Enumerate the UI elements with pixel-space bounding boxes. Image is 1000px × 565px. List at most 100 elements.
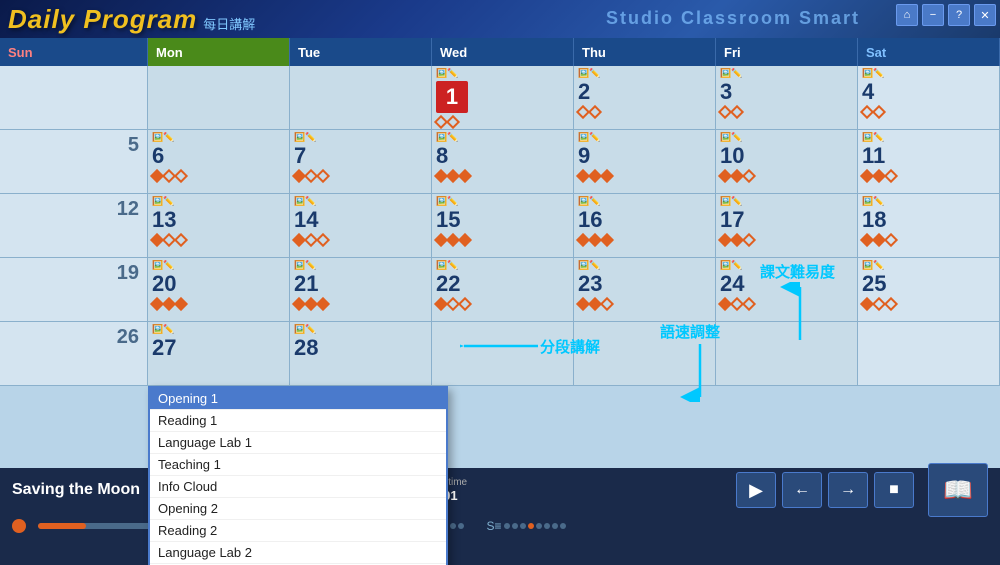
header-tue: Tue — [290, 38, 432, 66]
day-cell-21[interactable]: 🖼️✏️ 21 — [290, 258, 432, 321]
mini-icons-3: 🖼️✏️ — [720, 68, 853, 79]
dropdown-overlay[interactable]: Opening 1 Reading 1 Language Lab 1 Teach… — [148, 386, 448, 565]
day-cell-2[interactable]: 🖼️✏️ 2 — [574, 66, 716, 129]
day-cell-10[interactable]: 🖼️✏️ 10 — [716, 130, 858, 193]
calendar-wrapper: Sun Mon Tue Wed Thu Fri Sat 🖼️✏ — [0, 38, 1000, 468]
day-cell-11[interactable]: 🖼️✏️ 11 — [858, 130, 1000, 193]
day-number-3: 3 — [720, 81, 853, 103]
speed-dot-4 — [528, 523, 534, 529]
vol-dot-7 — [450, 523, 456, 529]
week-row-5: 26 🖼️✏️ 27 🖼️✏️ 28 — [0, 322, 1000, 386]
book-button[interactable]: 📖 — [928, 463, 988, 517]
day-cell-empty-4 — [574, 322, 716, 385]
dropdown-item-languagelab1[interactable]: Language Lab 1 — [150, 432, 446, 454]
day-cell-24[interactable]: 🖼️✏️ 24 — [716, 258, 858, 321]
day-cell-20[interactable]: 🖼️✏️ 20 — [148, 258, 290, 321]
day-cell-empty-3 — [432, 322, 574, 385]
day-number-16: 16 — [578, 209, 711, 231]
speed-dot-6 — [544, 523, 550, 529]
dropdown-item-reading1[interactable]: Reading 1 — [150, 410, 446, 432]
day-cell-23[interactable]: 🖼️✏️ 23 — [574, 258, 716, 321]
day-headers: Sun Mon Tue Wed Thu Fri Sat — [0, 38, 1000, 66]
dropdown-item-opening1[interactable]: Opening 1 — [150, 388, 446, 410]
day-cell-1[interactable]: 🖼️✏️ 1 — [432, 66, 574, 129]
dropdown-item-infocloud[interactable]: Info Cloud — [150, 476, 446, 498]
mini-icons-7: 🖼️✏️ — [294, 132, 427, 143]
day-cell-14[interactable]: 🖼️✏️ 14 — [290, 194, 432, 257]
mini-icons-1: 🖼️✏️ — [436, 68, 569, 79]
day-cell-22[interactable]: 🖼️✏️ 22 — [432, 258, 574, 321]
speed-dot-7 — [552, 523, 558, 529]
mini-icons-27: 🖼️✏️ — [152, 324, 285, 335]
day-cell-28[interactable]: 🖼️✏️ 28 — [290, 322, 432, 385]
day-cell-16[interactable]: 🖼️✏️ 16 — [574, 194, 716, 257]
diamond-o5 — [742, 169, 756, 183]
day-cell-7[interactable]: 🖼️✏️ 7 — [290, 130, 432, 193]
day-cell-9[interactable]: 🖼️✏️ 9 — [574, 130, 716, 193]
day-cell-4[interactable]: 🖼️✏️ 4 — [858, 66, 1000, 129]
dropdown-item-opening2[interactable]: Opening 2 — [150, 498, 446, 520]
mini-icons-24: 🖼️✏️ — [720, 260, 853, 271]
cell-icons-21 — [294, 299, 427, 309]
cell-icons-3 — [720, 107, 853, 117]
mini-icons-2: 🖼️✏️ — [578, 68, 711, 79]
day-number-25: 25 — [862, 273, 995, 295]
mini-icons-21: 🖼️✏️ — [294, 260, 427, 271]
diamond-f5 — [458, 169, 472, 183]
help-button[interactable]: ? — [948, 4, 970, 26]
day-cell-empty-2[interactable] — [290, 66, 432, 129]
playback-controls: ▶ ← → ■ 📖 — [736, 463, 988, 517]
mini-icons-11: 🖼️✏️ — [862, 132, 995, 143]
header-wed: Wed — [432, 38, 574, 66]
progress-dot — [12, 519, 26, 533]
mini-icons-28: 🖼️✏️ — [294, 324, 427, 335]
week-num-2: 5 — [128, 134, 139, 157]
mini-icons-17: 🖼️✏️ — [720, 196, 853, 207]
header: Daily Program 每日講解 Studio Classroom Smar… — [0, 0, 1000, 38]
minimize-button[interactable]: − — [922, 4, 944, 26]
progress-bar-fill — [38, 523, 86, 529]
day-number-24: 24 — [720, 273, 853, 295]
day-cell-3[interactable]: 🖼️✏️ 3 — [716, 66, 858, 129]
mini-icons-13: 🖼️✏️ — [152, 196, 285, 207]
home-button[interactable]: ⌂ — [896, 4, 918, 26]
day-cell-empty-1[interactable] — [148, 66, 290, 129]
cell-icons-14 — [294, 235, 427, 245]
forward-button[interactable]: → — [828, 472, 868, 508]
day-number-10: 10 — [720, 145, 853, 167]
mini-icons-10: 🖼️✏️ — [720, 132, 853, 143]
cell-icons-17 — [720, 235, 853, 245]
day-number-14: 14 — [294, 209, 427, 231]
day-cell-15[interactable]: 🖼️✏️ 15 — [432, 194, 574, 257]
speed-dot-2 — [512, 523, 518, 529]
cell-icons-2 — [578, 107, 711, 117]
day-number-1: 1 — [436, 81, 468, 113]
header-sun: Sun — [0, 38, 148, 66]
app-title: Daily Program — [8, 4, 197, 35]
day-cell-18[interactable]: 🖼️✏️ 18 — [858, 194, 1000, 257]
day-number-4: 4 — [862, 81, 995, 103]
dropdown-item-reading2[interactable]: Reading 2 — [150, 520, 446, 542]
close-button[interactable]: ✕ — [974, 4, 996, 26]
day-cell-25[interactable]: 🖼️✏️ 25 — [858, 258, 1000, 321]
header-right-text: Studio Classroom Smart — [606, 8, 860, 29]
day-number-15: 15 — [436, 209, 569, 231]
day-cell-8[interactable]: 🖼️✏️ 8 — [432, 130, 574, 193]
day-cell-17[interactable]: 🖼️✏️ 17 — [716, 194, 858, 257]
day-number-20: 20 — [152, 273, 285, 295]
cell-icons-25 — [862, 299, 995, 309]
dropdown-item-teaching1[interactable]: Teaching 1 — [150, 454, 446, 476]
week-num-5: 26 — [117, 326, 139, 349]
week-num-cell-5: 26 — [0, 322, 148, 385]
dropdown-item-languagelab2[interactable]: Language Lab 2 — [150, 542, 446, 564]
day-cell-13[interactable]: 🖼️✏️ 13 — [148, 194, 290, 257]
header-fri: Fri — [716, 38, 858, 66]
day-cell-6[interactable]: 🖼️✏️ 6 — [148, 130, 290, 193]
back-button[interactable]: ← — [782, 472, 822, 508]
day-cell-27[interactable]: 🖼️✏️ 27 — [148, 322, 290, 385]
diamond-outline-4 — [588, 105, 602, 119]
cell-icons-7 — [294, 171, 427, 181]
play-button[interactable]: ▶ — [736, 472, 776, 508]
stop-button[interactable]: ■ — [874, 472, 914, 508]
header-thu: Thu — [574, 38, 716, 66]
